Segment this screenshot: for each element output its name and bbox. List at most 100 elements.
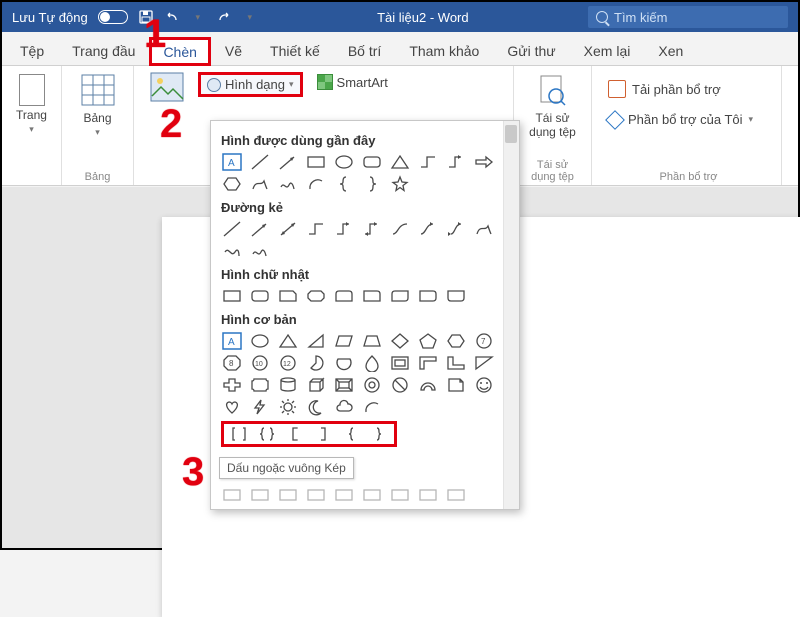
line-6[interactable] — [361, 219, 383, 239]
line-2[interactable] — [249, 219, 271, 239]
basic-pie[interactable] — [305, 353, 327, 373]
shape-brace-r[interactable] — [361, 174, 383, 194]
tab-home[interactable]: Trang đầu — [58, 36, 149, 65]
autosave-toggle[interactable] — [98, 10, 128, 24]
basic-para[interactable] — [333, 331, 355, 351]
get-addins-button[interactable]: Tải phần bổ trợ — [606, 78, 755, 100]
tab-view[interactable]: Xen — [644, 36, 697, 65]
tab-review[interactable]: Xem lại — [570, 36, 645, 65]
shape-line-arrow[interactable] — [277, 152, 299, 172]
my-addins-button[interactable]: Phần bổ trợ của Tôi ▾ — [606, 110, 755, 129]
basic-smile[interactable] — [473, 375, 495, 395]
shape-roundrect[interactable] — [361, 152, 383, 172]
basic-textbox[interactable]: A — [221, 331, 243, 351]
scrollbar[interactable] — [503, 121, 519, 509]
line-3[interactable] — [277, 219, 299, 239]
basic-moon[interactable] — [305, 397, 327, 417]
basic-heart[interactable] — [221, 397, 243, 417]
shape-double-bracket[interactable] — [228, 424, 250, 444]
basic-plaque[interactable] — [249, 375, 271, 395]
basic-bolt[interactable] — [249, 397, 271, 417]
basic-noentry[interactable] — [389, 375, 411, 395]
basic-cross[interactable] — [221, 375, 243, 395]
tab-design[interactable]: Thiết kế — [256, 36, 334, 65]
basic-hex[interactable] — [445, 331, 467, 351]
shape-left-brace[interactable] — [340, 424, 362, 444]
reuse-button[interactable]: Tái sử dụng tệp — [523, 72, 582, 141]
line-1[interactable] — [221, 219, 243, 239]
tab-references[interactable]: Tham khảo — [395, 36, 493, 65]
tables-button[interactable]: Bảng ▾ — [75, 72, 121, 140]
basic-fold[interactable] — [445, 375, 467, 395]
rect-5[interactable] — [361, 286, 383, 306]
basic-chord[interactable] — [333, 353, 355, 373]
rect-4[interactable] — [333, 286, 355, 306]
rect-7[interactable] — [417, 286, 439, 306]
rect-8[interactable] — [445, 286, 467, 306]
basic-hept[interactable]: 7 — [473, 331, 495, 351]
rect-2[interactable] — [277, 286, 299, 306]
shape-freeform[interactable] — [249, 174, 271, 194]
line-8[interactable] — [417, 219, 439, 239]
shape-elbow-arrow[interactable] — [445, 152, 467, 172]
line-4[interactable] — [305, 219, 327, 239]
rect-6[interactable] — [389, 286, 411, 306]
line-10[interactable] — [473, 219, 495, 239]
qat-customize-icon[interactable]: ▾ — [242, 9, 258, 25]
rect-3[interactable] — [305, 286, 327, 306]
shape-right-bracket[interactable] — [312, 424, 334, 444]
tab-draw[interactable]: Vẽ — [211, 36, 256, 65]
basic-tear[interactable] — [361, 353, 383, 373]
basic-diamond[interactable] — [389, 331, 411, 351]
shapes-button[interactable]: Hình dạng ▾ — [198, 72, 303, 97]
basic-lframe[interactable] — [417, 353, 439, 373]
basic-donut[interactable] — [361, 375, 383, 395]
search-box[interactable]: Tìm kiếm — [588, 6, 788, 28]
smartart-button[interactable]: SmartArt — [311, 72, 394, 92]
basic-oval[interactable] — [249, 331, 271, 351]
rect-1[interactable] — [249, 286, 271, 306]
shape-brace-l[interactable] — [333, 174, 355, 194]
line-5[interactable] — [333, 219, 355, 239]
line-11[interactable] — [221, 241, 243, 261]
scroll-thumb[interactable] — [505, 125, 517, 143]
basic-frame[interactable] — [389, 353, 411, 373]
basic-sun[interactable] — [277, 397, 299, 417]
basic-tri[interactable] — [277, 331, 299, 351]
basic-can[interactable] — [277, 375, 299, 395]
tab-layout[interactable]: Bố trí — [334, 36, 395, 65]
shape-oval[interactable] — [333, 152, 355, 172]
basic-bevel[interactable] — [333, 375, 355, 395]
shape-elbow[interactable] — [417, 152, 439, 172]
basic-cube[interactable] — [305, 375, 327, 395]
basic-dec[interactable]: 10 — [249, 353, 271, 373]
basic-oct[interactable]: 8 — [221, 353, 243, 373]
redo-icon[interactable] — [216, 9, 232, 25]
basic-pent[interactable] — [417, 331, 439, 351]
shape-hex[interactable] — [221, 174, 243, 194]
shape-star[interactable] — [389, 174, 411, 194]
shape-scribble[interactable] — [277, 174, 299, 194]
basic-cloud[interactable] — [333, 397, 355, 417]
line-12[interactable] — [249, 241, 271, 261]
undo-more-icon[interactable]: ▾ — [190, 9, 206, 25]
basic-l[interactable] — [445, 353, 467, 373]
shape-left-bracket[interactable] — [284, 424, 306, 444]
pages-button[interactable]: Trang ▾ — [10, 72, 53, 137]
shape-triangle[interactable] — [389, 152, 411, 172]
shape-right-arrow[interactable] — [473, 152, 495, 172]
line-7[interactable] — [389, 219, 411, 239]
shape-arc[interactable] — [305, 174, 327, 194]
basic-rtri[interactable] — [305, 331, 327, 351]
tab-file[interactable]: Tệp — [6, 36, 58, 65]
basic-diag[interactable] — [473, 353, 495, 373]
shape-line[interactable] — [249, 152, 271, 172]
line-9[interactable] — [445, 219, 467, 239]
shape-right-brace[interactable] — [368, 424, 390, 444]
shape-double-brace[interactable] — [256, 424, 278, 444]
shape-rect[interactable] — [305, 152, 327, 172]
basic-block-arc[interactable] — [417, 375, 439, 395]
basic-dodec[interactable]: 12 — [277, 353, 299, 373]
rect-0[interactable] — [221, 286, 243, 306]
shape-textbox[interactable]: A — [221, 152, 243, 172]
